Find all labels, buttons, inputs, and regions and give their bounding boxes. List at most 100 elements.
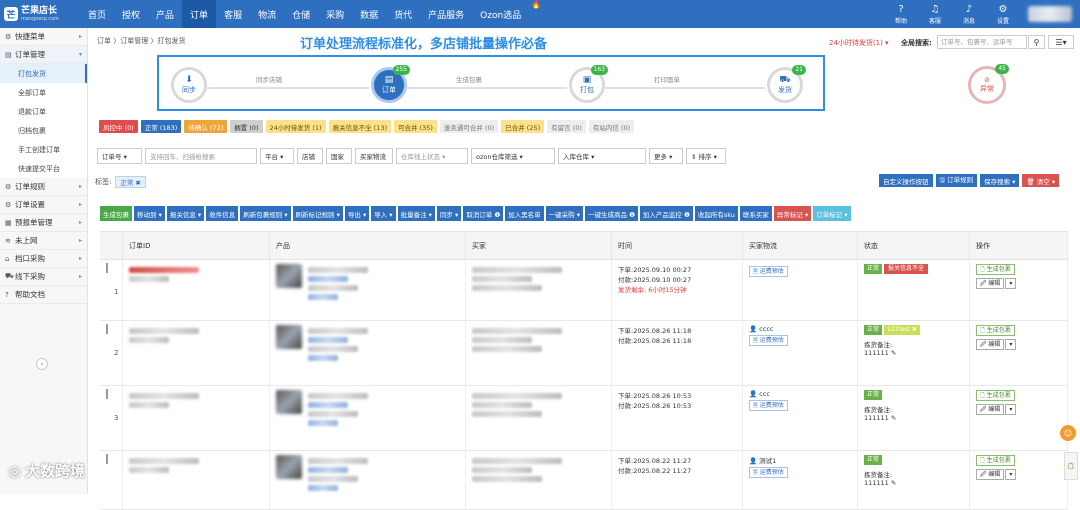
nav-item-8[interactable]: 数据 (352, 0, 386, 28)
action-button-17[interactable]: 异常标记 ▾ (773, 206, 812, 221)
search-icon[interactable]: ⚲ (1028, 35, 1045, 49)
right-button-0[interactable]: 自定义操作按钮 (879, 174, 933, 187)
action-button-6[interactable]: 导出 ▾ (344, 206, 370, 221)
action-button-7[interactable]: 导入 ▾ (371, 206, 396, 221)
nav-item-10[interactable]: 产品服务 (420, 0, 472, 28)
sidebar-group-more-3[interactable]: ≋ 未上网 ▸ (0, 232, 87, 250)
top-tool-3[interactable]: ⚙ 设置 (986, 4, 1020, 25)
flow-step-1[interactable]: ▤ 订单 255 (371, 65, 410, 103)
sidebar-group-more-2[interactable]: ▦ 预报单管理 ▸ (0, 214, 87, 232)
status-tab-4[interactable]: 24小时待发货 (1) (265, 120, 326, 133)
flow-step-3[interactable]: ⛟ 发货 21 (767, 65, 806, 103)
filter-0[interactable]: 订单号 ▾ (97, 148, 142, 164)
status-tab-7[interactable]: 速卖通可合并 (0) (439, 120, 499, 133)
nav-item-3[interactable]: 订单 (182, 0, 217, 28)
action-button-10[interactable]: 取消订单 ❶ (463, 206, 504, 221)
assistant-icon[interactable]: ☺ (1060, 425, 1076, 441)
more-dropdown-button[interactable]: ▾ (1005, 278, 1017, 289)
sidebar-group-more-5[interactable]: ⛟ 线下采购 ▸ (0, 268, 87, 286)
action-button-18[interactable]: 订单标记 ▾ (813, 206, 851, 221)
row-checkbox[interactable] (106, 263, 108, 273)
order-id[interactable] (129, 328, 199, 334)
generate-package-button[interactable]: 🗋 生成包裹 (976, 264, 1015, 275)
sidebar-group-more-1[interactable]: ⚙ 订单设置 ▸ (0, 196, 87, 214)
action-button-5[interactable]: 刷新标记规则 ▾ (292, 206, 343, 221)
generate-package-button[interactable]: 🗋 生成包裹 (976, 325, 1015, 336)
flow-step-0[interactable]: ⬇ 同步 (171, 67, 207, 103)
action-button-11[interactable]: 加入黑名单 (505, 206, 544, 221)
sidebar-item-4[interactable]: 手工创建订单 (0, 140, 87, 159)
edit-button[interactable]: 🖉 编辑 (976, 469, 1005, 480)
product-thumbnail[interactable] (276, 325, 302, 349)
action-button-13[interactable]: 一键生成商品 ❶ (585, 206, 638, 221)
product-thumbnail[interactable] (276, 455, 302, 479)
action-button-9[interactable]: 同步 ▾ (436, 206, 462, 221)
action-button-8[interactable]: 批量备注 ▾ (397, 206, 435, 221)
order-id[interactable] (129, 393, 199, 399)
status-tab-5[interactable]: 报关信息不全 (13) (328, 120, 391, 133)
global-search-input[interactable]: 订单号、包裹号、运单号 (937, 35, 1027, 49)
status-tab-0[interactable]: 风控中 (0) (99, 120, 138, 133)
order-tag[interactable]: 122test ✖ (884, 325, 920, 335)
sidebar-item-5[interactable]: 快速提交平台 (0, 159, 87, 178)
edit-button[interactable]: 🖉 编辑 (976, 339, 1005, 350)
product-thumbnail[interactable] (276, 264, 302, 288)
row-checkbox[interactable] (106, 454, 108, 464)
flow-step-abnormal[interactable]: ⊘ 异常 45 (968, 64, 1009, 104)
sidebar-group-0[interactable]: ⚙ 快捷菜单 ▸ (0, 28, 87, 46)
action-button-12[interactable]: 一键采购 ▾ (545, 206, 583, 221)
status-tab-9[interactable]: 有留言 (0) (547, 120, 586, 133)
order-id[interactable] (129, 458, 199, 464)
nav-item-7[interactable]: 采购 (318, 0, 352, 28)
sidebar-item-2[interactable]: 退款订单 (0, 102, 87, 121)
status-tab-3[interactable]: 搁置 (0) (230, 120, 263, 133)
avatar[interactable] (1028, 6, 1072, 22)
order-id[interactable] (129, 267, 199, 273)
freight-estimate-button[interactable]: 🗏 运费预估 (749, 467, 788, 478)
flow-link-label[interactable]: 同步店铺 (256, 74, 282, 84)
status-tab-1[interactable]: 正常 (183) (140, 120, 182, 133)
filter-8[interactable]: 入库仓库 ▾ (558, 148, 646, 164)
status-tab-6[interactable]: 可合并 (35) (394, 120, 437, 133)
filter-2[interactable]: 平台 ▾ (260, 148, 294, 164)
filter-3[interactable]: 店铺 (297, 148, 323, 164)
generate-package-button[interactable]: 🗋 生成包裹 (976, 455, 1015, 466)
sidebar-group-more-6[interactable]: ? 帮助文档 (0, 286, 87, 304)
warning-badge[interactable]: 报关信息不全 (884, 264, 929, 274)
tag-chip-normal[interactable]: 正常 ✖ (115, 176, 146, 188)
top-tool-0[interactable]: ? 帮助 (884, 4, 918, 25)
nav-item-4[interactable]: 客服 (216, 0, 250, 28)
action-button-0[interactable]: 生成包裹 (100, 206, 132, 221)
edit-note-icon[interactable]: ✎ (889, 479, 896, 487)
product-thumbnail[interactable] (276, 390, 302, 414)
top-tool-1[interactable]: ♫ 客服 (918, 4, 952, 25)
action-button-16[interactable]: 联系买家 (739, 206, 772, 221)
action-button-15[interactable]: 收起所有sku (694, 206, 738, 221)
right-button-3[interactable]: 🗑 清空 ▾ (1022, 174, 1060, 187)
sidebar-group-more-0[interactable]: ⚙ 订单规则 ▸ (0, 178, 87, 196)
list-menu-icon[interactable]: ☰▾ (1048, 35, 1074, 49)
status-tab-2[interactable]: 待确认 (72) (184, 120, 228, 133)
status-tab-8[interactable]: 已合并 (25) (501, 120, 545, 133)
freight-estimate-button[interactable]: 🗏 运费预估 (749, 400, 788, 411)
flow-link-label[interactable]: 生成包裹 (456, 74, 482, 84)
freight-estimate-button[interactable]: 🗏 运费预估 (749, 335, 788, 346)
more-dropdown-button[interactable]: ▾ (1005, 469, 1017, 480)
side-panel-icon[interactable]: 📋 (1064, 452, 1078, 480)
right-button-1[interactable]: 🖫 订单规则 (935, 174, 978, 187)
edit-note-icon[interactable]: ✎ (889, 349, 896, 357)
flow-link-label[interactable]: 打印面单 (654, 74, 680, 84)
flow-step-2[interactable]: ▣ 打包 163 (569, 65, 608, 103)
filter-10[interactable]: ⇕ 排序 ▾ (686, 148, 726, 164)
action-button-4[interactable]: 刷新包裹规则 ▾ (240, 206, 291, 221)
pending-24h-dropdown[interactable]: 24小时待发货(1) ▾ (829, 38, 889, 48)
sidebar-item-3[interactable]: 归档包裹 (0, 121, 87, 140)
nav-item-11[interactable]: Ozon选品 (472, 0, 529, 28)
filter-9[interactable]: 更多 ▾ (649, 148, 683, 164)
action-button-1[interactable]: 移动到 ▾ (134, 206, 165, 221)
filter-6[interactable]: 仓库线上状态 ▾ (396, 148, 468, 164)
nav-item-6[interactable]: 仓储 (284, 0, 318, 28)
freight-estimate-button[interactable]: 🗏 运费预估 (749, 266, 788, 277)
top-tool-2[interactable]: ♪ 消息 (952, 4, 986, 25)
nav-item-5[interactable]: 物流 (250, 0, 284, 28)
